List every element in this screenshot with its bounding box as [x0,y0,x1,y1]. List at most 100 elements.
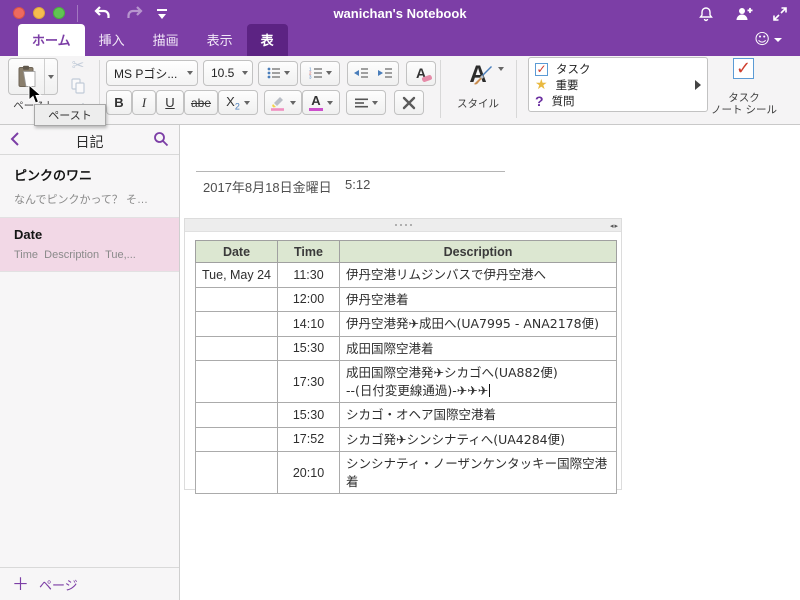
style-brush-icon [472,64,494,86]
ribbon-tab-bar: ホーム挿入描画表示表 ☺ [0,28,800,56]
tag-item[interactable]: ?質問 [535,93,701,109]
cell-description[interactable]: 伊丹空港発✈成田へ(UA7995 - ANA2178便) [340,312,617,337]
task-seal-label: タスク ノート シール [700,92,788,116]
page-canvas[interactable]: 2017年8月18日金曜日 5:12 ◂▸ DateTimeDescriptio… [181,125,800,600]
tag-gallery-expand-icon[interactable] [695,80,701,90]
tab-表示[interactable]: 表示 [193,24,247,56]
increase-indent-icon[interactable] [377,67,393,79]
task-seal-button[interactable]: ✓ [733,58,754,79]
chevron-down-icon [498,67,504,71]
cell-description[interactable]: シカゴ・オヘア国際空港着 [340,403,617,428]
font-size-select[interactable]: 10.5 [203,60,253,86]
cell-time[interactable]: 14:10 [278,312,340,337]
tab-挿入[interactable]: 挿入 [85,24,139,56]
cell-description[interactable]: 伊丹空港着 [340,287,617,312]
tag-label: タスク [556,61,591,77]
table-row: 15:30成田国際空港着 [196,336,617,361]
copy-icon[interactable] [71,78,85,97]
checkmark-icon: ✓ [736,58,751,79]
page-date: 2017年8月18日金曜日 [203,177,332,196]
chevron-down-icon [774,38,782,42]
page-list-item[interactable]: Date Time Description Tue,... [0,218,179,272]
cell-date[interactable] [196,287,278,312]
tag-item[interactable]: ✓タスク [535,61,701,77]
cell-time[interactable]: 15:30 [278,336,340,361]
search-icon[interactable] [153,131,169,150]
cell-time[interactable]: 20:10 [278,452,340,494]
tag-item[interactable]: ★重要 [535,77,701,93]
mouse-cursor [28,84,43,108]
feedback-smiley-button[interactable]: ☺ [754,32,782,47]
strikethrough-button[interactable]: abe [184,90,218,115]
clear-formatting-button[interactable]: A [406,61,436,86]
table-row: Tue, May 2411:30伊丹空港リムジンバスで伊丹空港へ [196,263,617,288]
cell-time[interactable]: 11:30 [278,263,340,288]
table-row: 15:30シカゴ・オヘア国際空港着 [196,403,617,428]
cell-time[interactable]: 15:30 [278,403,340,428]
tag-list: ✓タスク★重要?質問 [535,61,701,109]
table-row: 17:30成田国際空港発✈シカゴへ(UA882便)--(日付変更線通過)-✈✈✈ [196,361,617,403]
chevron-down-icon [187,71,193,75]
cell-date[interactable]: Tue, May 24 [196,263,278,288]
new-page-button[interactable]: ＋ ページ [0,567,179,600]
paste-dropdown[interactable] [44,59,57,94]
italic-button[interactable]: I [132,90,156,115]
subscript-button[interactable]: X2 [218,90,258,115]
font-color-button[interactable]: A [302,90,340,115]
page-item-title: ピンクのワニ [14,165,165,184]
table-row: 17:52シカゴ発✈シンシナティへ(UA4284便) [196,427,617,452]
delete-button[interactable] [394,90,424,115]
chevron-down-icon [284,71,290,75]
underline-button[interactable]: U [156,90,184,115]
bullet-list-button[interactable] [258,61,298,86]
styles-button[interactable]: A スタイル [450,58,506,111]
cell-date[interactable] [196,361,278,403]
resize-arrows-icon[interactable]: ◂▸ [610,222,619,230]
cell-date[interactable] [196,427,278,452]
cell-date[interactable] [196,312,278,337]
page-list-item[interactable]: ピンクのワニなんでピンクかって？ そ… [0,156,179,218]
note-container[interactable]: ◂▸ DateTimeDescription Tue, May 2411:30伊… [184,218,622,490]
cell-description[interactable]: 成田国際空港着 [340,336,617,361]
font-name-select[interactable]: MS Pゴシ... [106,60,198,86]
table-header-row: DateTimeDescription [196,241,617,263]
tab-ホーム[interactable]: ホーム [18,24,85,56]
table-row: 12:00伊丹空港着 [196,287,617,312]
numbered-list-button[interactable]: 123 [300,61,340,86]
cell-date[interactable] [196,403,278,428]
cut-icon[interactable]: ✂ [72,58,85,73]
page-item-title: Date [14,227,165,242]
cell-description[interactable]: シンシナティ・ノーザンケンタッキー国際空港着 [340,452,617,494]
font-row-1: MS Pゴシ... 10.5 123 A [106,60,436,86]
cell-time[interactable]: 17:52 [278,427,340,452]
notifications-bell-icon[interactable] [698,6,714,25]
ribbon-tabs: ホーム挿入描画表示表 [18,24,288,56]
star-icon: ★ [535,78,548,92]
table-row: 20:10シンシナティ・ノーザンケンタッキー国際空港着 [196,452,617,494]
cell-date[interactable] [196,452,278,494]
fullscreen-expand-icon[interactable] [772,6,788,25]
table-column-header[interactable]: Description [340,241,617,263]
share-add-person-icon[interactable] [735,6,753,25]
bold-button[interactable]: B [106,90,132,115]
smiley-icon: ☺ [754,32,770,47]
chevron-down-icon [372,101,378,105]
tab-描画[interactable]: 描画 [139,24,193,56]
note-drag-handle[interactable]: ◂▸ [185,219,621,232]
cell-description[interactable]: シカゴ発✈シンシナティへ(UA4284便) [340,427,617,452]
table-column-header[interactable]: Date [196,241,278,263]
decrease-indent-icon[interactable] [353,67,369,79]
table-column-header[interactable]: Time [278,241,340,263]
highlight-color-button[interactable] [264,90,302,115]
font-color-icon: A [309,95,323,111]
cell-description[interactable]: 伊丹空港リムジンバスで伊丹空港へ [340,263,617,288]
highlighter-icon [270,95,286,111]
cell-time[interactable]: 17:30 [278,361,340,403]
page-item-preview: Time Description Tue,... [14,249,165,261]
align-lines-icon [355,98,368,108]
cell-time[interactable]: 12:00 [278,287,340,312]
paragraph-alignment-button[interactable] [346,90,386,115]
tab-表[interactable]: 表 [247,24,288,56]
cell-date[interactable] [196,336,278,361]
cell-description[interactable]: 成田国際空港発✈シカゴへ(UA882便)--(日付変更線通過)-✈✈✈ [340,361,617,403]
